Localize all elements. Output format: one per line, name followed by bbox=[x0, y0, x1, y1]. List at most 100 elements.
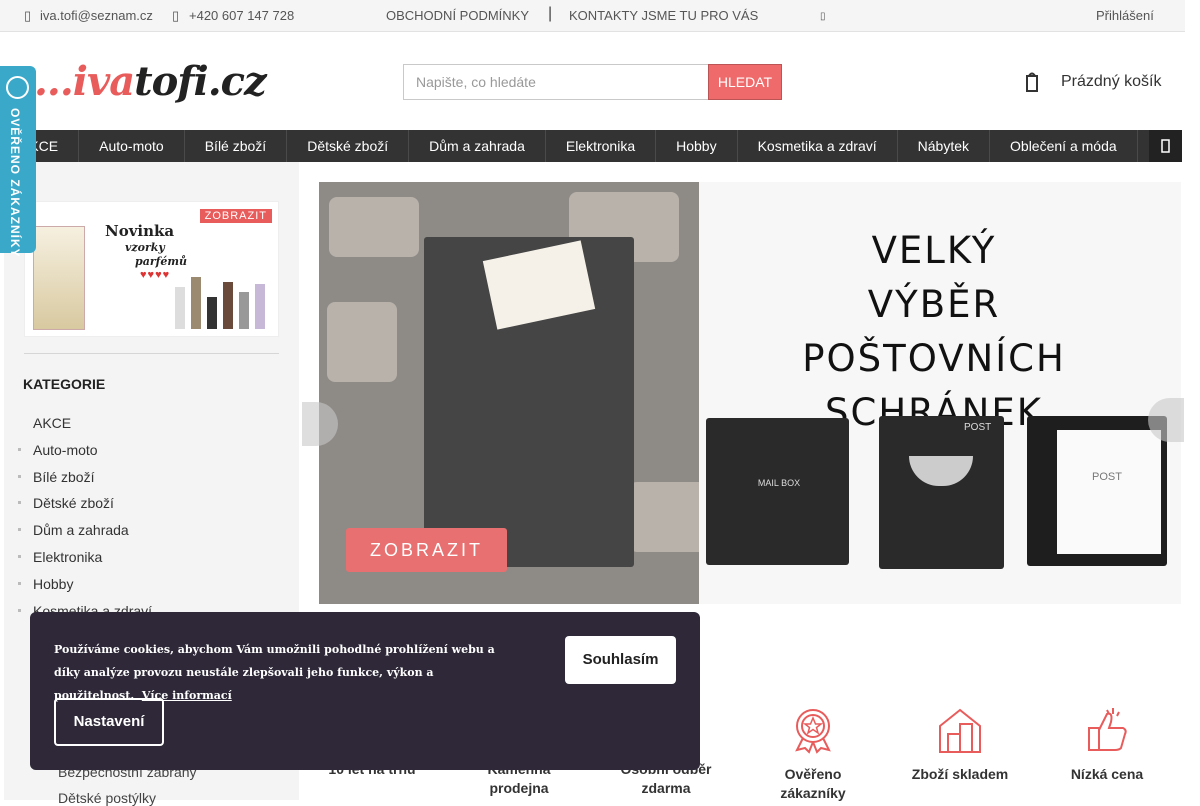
banner-headline-line: VELKÝ VÝBĚR bbox=[867, 229, 1001, 326]
perfume-promo-banner[interactable]: ZOBRAZIT Novinka vzorky parfémů ♥♥♥♥ bbox=[24, 201, 279, 337]
bullet-icon bbox=[18, 608, 21, 612]
site-logo[interactable]: ...ivatofi.cz bbox=[34, 58, 267, 105]
feature-label: Nízká cena bbox=[1070, 766, 1144, 782]
nav-item-dum-a-zahrada[interactable]: Dům a zahrada bbox=[409, 130, 546, 162]
nav-item-elektronika[interactable]: Elektronika bbox=[546, 130, 657, 162]
stone-image bbox=[327, 302, 397, 382]
mailbox-image: MAIL BOX bbox=[706, 418, 849, 565]
nav-item-auto-moto[interactable]: Auto-moto bbox=[79, 130, 185, 162]
mailbox-label: POST bbox=[1092, 471, 1122, 483]
cookie-settings-button[interactable]: Nastavení bbox=[54, 698, 164, 746]
hearts-icon: ♥♥♥♥ bbox=[140, 269, 171, 281]
phone-link[interactable]: +420 607 147 728 bbox=[189, 8, 294, 23]
banner-headline-line: POŠTOVNÍCH bbox=[802, 337, 1066, 380]
more-links-icon[interactable]: ▯ bbox=[820, 11, 826, 22]
category-label: AKCE bbox=[33, 415, 72, 431]
cookie-text: Používáme cookies, abychom Vám umožnili … bbox=[54, 638, 514, 707]
email-icon: ▯ bbox=[24, 8, 32, 23]
promo-title: Novinka bbox=[105, 222, 175, 240]
bullet-icon bbox=[18, 447, 21, 451]
bottle-image bbox=[175, 287, 185, 329]
category-heading: KATEGORIE bbox=[23, 376, 106, 392]
category-label: Dům a zahrada bbox=[33, 522, 129, 539]
bottle-image bbox=[191, 277, 201, 329]
thumbs-up-icon bbox=[1088, 708, 1127, 751]
promo-subtitle: vzorky bbox=[125, 241, 165, 254]
cart-icon[interactable] bbox=[1024, 70, 1040, 94]
bullet-icon bbox=[18, 554, 21, 558]
cookie-consent-dialog: Používáme cookies, abychom Vám umožnili … bbox=[30, 612, 700, 770]
logo-rest: tofi.cz bbox=[134, 58, 267, 105]
terms-link[interactable]: OBCHODNÍ PODMÍNKY bbox=[386, 8, 529, 23]
sidebar-divider bbox=[24, 353, 279, 354]
feature-item: Nízká cena bbox=[1037, 700, 1177, 784]
contacts-link[interactable]: KONTAKTY JSME TU PRO VÁS bbox=[569, 8, 758, 23]
nav-item-bile-zbozi[interactable]: Bílé zboží bbox=[185, 130, 288, 162]
category-item[interactable]: Auto-moto bbox=[18, 441, 152, 468]
banner-next-arrow[interactable] bbox=[1148, 398, 1184, 442]
bullet-icon bbox=[18, 501, 21, 505]
category-item[interactable]: AKCE bbox=[18, 414, 152, 441]
phone-icon: ▯ bbox=[172, 8, 180, 23]
category-list: AKCE Auto-moto Bílé zboží Dětské zboží D… bbox=[18, 414, 152, 628]
topbar-divider: | bbox=[548, 5, 553, 22]
category-item[interactable]: Elektronika bbox=[18, 548, 152, 575]
search-button[interactable]: HLEDAT bbox=[708, 64, 782, 100]
mailbox-image: POST bbox=[1027, 416, 1167, 566]
bottle-image bbox=[223, 282, 233, 329]
cookie-message: Používáme cookies, abychom Vám umožnili … bbox=[54, 643, 495, 702]
bottle-image bbox=[207, 297, 217, 329]
cookie-agree-button[interactable]: Souhlasím bbox=[565, 636, 676, 684]
nav-item-nabytek[interactable]: Nábytek bbox=[898, 130, 991, 162]
promo-show-button[interactable]: ZOBRAZIT bbox=[199, 209, 272, 223]
logo-iva: iva bbox=[72, 58, 135, 105]
category-label: Dětské zboží bbox=[33, 495, 114, 512]
category-item[interactable]: Dětské zboží bbox=[18, 494, 152, 521]
subcategory-link[interactable]: Dětské postýlky bbox=[58, 790, 156, 806]
nav-more-icon bbox=[1161, 139, 1170, 153]
mailbox-slot bbox=[909, 456, 973, 486]
category-item[interactable]: Bílé zboží bbox=[18, 468, 152, 495]
banner-headline: VELKÝ VÝBĚR POŠTOVNÍCH SCHRÁNEK bbox=[799, 224, 1069, 440]
verified-customers-badge[interactable]: OVĚŘENO ZÁKAZNÍKY bbox=[0, 66, 36, 258]
promo-subtitle-2: parfémů bbox=[135, 255, 187, 268]
feature-item: Zboží skladem bbox=[890, 700, 1030, 784]
hero-banner[interactable]: VELKÝ VÝBĚR POŠTOVNÍCH SCHRÁNEK MAIL BOX… bbox=[319, 182, 1181, 604]
warehouse-icon bbox=[939, 708, 981, 753]
email-link[interactable]: iva.tofi@seznam.cz bbox=[40, 8, 153, 23]
feature-label: Zboží skladem bbox=[911, 766, 1009, 782]
nav-item-detske-zbozi[interactable]: Dětské zboží bbox=[287, 130, 410, 162]
seal-icon bbox=[6, 76, 29, 99]
category-item[interactable]: Hobby bbox=[18, 575, 152, 602]
cart-label[interactable]: Prázdný košík bbox=[1061, 73, 1161, 91]
nav-item-kosmetika[interactable]: Kosmetika a zdraví bbox=[738, 130, 898, 162]
bottle-image bbox=[239, 292, 249, 329]
award-icon bbox=[795, 709, 831, 754]
nav-item-obleceni[interactable]: Oblečení a móda bbox=[990, 130, 1138, 162]
logo-dots: ... bbox=[34, 58, 74, 105]
category-label: Auto-moto bbox=[33, 441, 98, 458]
bullet-icon bbox=[18, 581, 21, 585]
nav-item-hobby[interactable]: Hobby bbox=[656, 130, 738, 162]
bullet-icon bbox=[18, 528, 21, 532]
mailbox-image: POST bbox=[879, 416, 1004, 569]
feature-label: Ověřeno zákazníky bbox=[780, 766, 846, 801]
login-link[interactable]: Přihlášení bbox=[1096, 8, 1154, 23]
perfume-box-image bbox=[33, 226, 85, 330]
badge-label: OVĚŘENO ZÁKAZNÍKY bbox=[8, 108, 22, 258]
main-nav: AKCE Auto-moto Bílé zboží Dětské zboží D… bbox=[0, 130, 1182, 162]
category-item[interactable]: Dům a zahrada bbox=[18, 521, 152, 548]
banner-show-button[interactable]: ZOBRAZIT bbox=[346, 528, 507, 572]
search-input[interactable]: Napište, co hledáte bbox=[403, 64, 709, 100]
mailbox-label: POST bbox=[964, 422, 992, 433]
stone-image bbox=[329, 197, 419, 257]
top-bar: ▯ iva.tofi@seznam.cz ▯ +420 607 147 728 … bbox=[0, 0, 1185, 32]
nav-more-button[interactable] bbox=[1149, 130, 1182, 162]
bottle-image bbox=[255, 284, 265, 329]
bullet-icon bbox=[18, 474, 21, 478]
feature-item: Ověřeno zákazníky bbox=[743, 700, 883, 803]
category-label: Hobby bbox=[33, 575, 74, 592]
mailbox-label: MAIL BOX bbox=[757, 478, 801, 488]
category-label: Elektronika bbox=[33, 548, 103, 565]
mailbox-front bbox=[1057, 430, 1161, 554]
